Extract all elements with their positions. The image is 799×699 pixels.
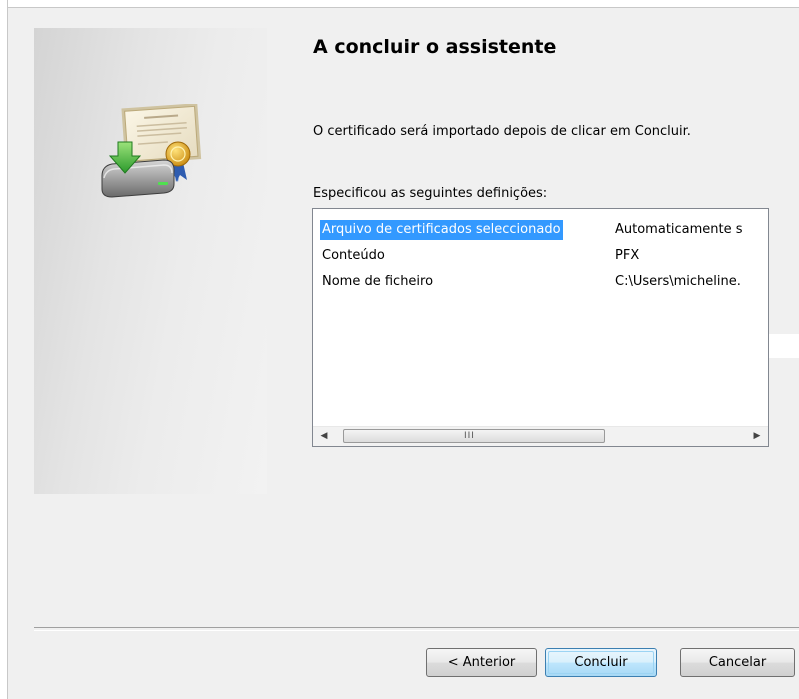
wizard-title: A concluir o assistente — [313, 36, 557, 58]
horizontal-scrollbar[interactable]: ◀ III ▶ — [313, 426, 768, 446]
scrollbar-grip-icon: III — [464, 431, 475, 441]
wizard-description: O certificado será importado depois de c… — [313, 124, 691, 139]
button-bar-separator — [34, 627, 799, 631]
setting-name: Conteúdo — [322, 248, 385, 263]
wizard-side-panel — [34, 28, 267, 494]
certificate-import-icon — [101, 104, 202, 198]
scroll-right-icon[interactable]: ▶ — [748, 427, 766, 446]
window-top-edge — [0, 0, 799, 8]
setting-name: Nome de ficheiro — [322, 274, 434, 289]
scrollbar-thumb[interactable]: III — [343, 429, 605, 443]
window-edge-fragment — [768, 334, 799, 358]
settings-list-caption: Especificou as seguintes definições: — [313, 186, 548, 201]
finish-button[interactable]: Concluir — [545, 648, 657, 677]
window-left-edge — [0, 0, 8, 699]
settings-list[interactable]: Arquivo de certificados seleccionado Aut… — [312, 208, 769, 447]
setting-name: Arquivo de certificados seleccionado — [320, 220, 563, 240]
setting-value: Automaticamente s — [615, 222, 743, 237]
finish-button-label: Concluir — [574, 655, 628, 670]
list-item[interactable]: Nome de ficheiro C:\Users\micheline. — [313, 268, 768, 294]
list-item[interactable]: Conteúdo PFX — [313, 242, 768, 268]
setting-value: PFX — [615, 248, 640, 263]
list-item[interactable]: Arquivo de certificados seleccionado Aut… — [313, 216, 768, 242]
cancel-button[interactable]: Cancelar — [680, 648, 795, 677]
scroll-left-icon[interactable]: ◀ — [315, 427, 333, 446]
back-button[interactable]: < Anterior — [426, 648, 537, 677]
setting-value: C:\Users\micheline. — [615, 274, 741, 289]
